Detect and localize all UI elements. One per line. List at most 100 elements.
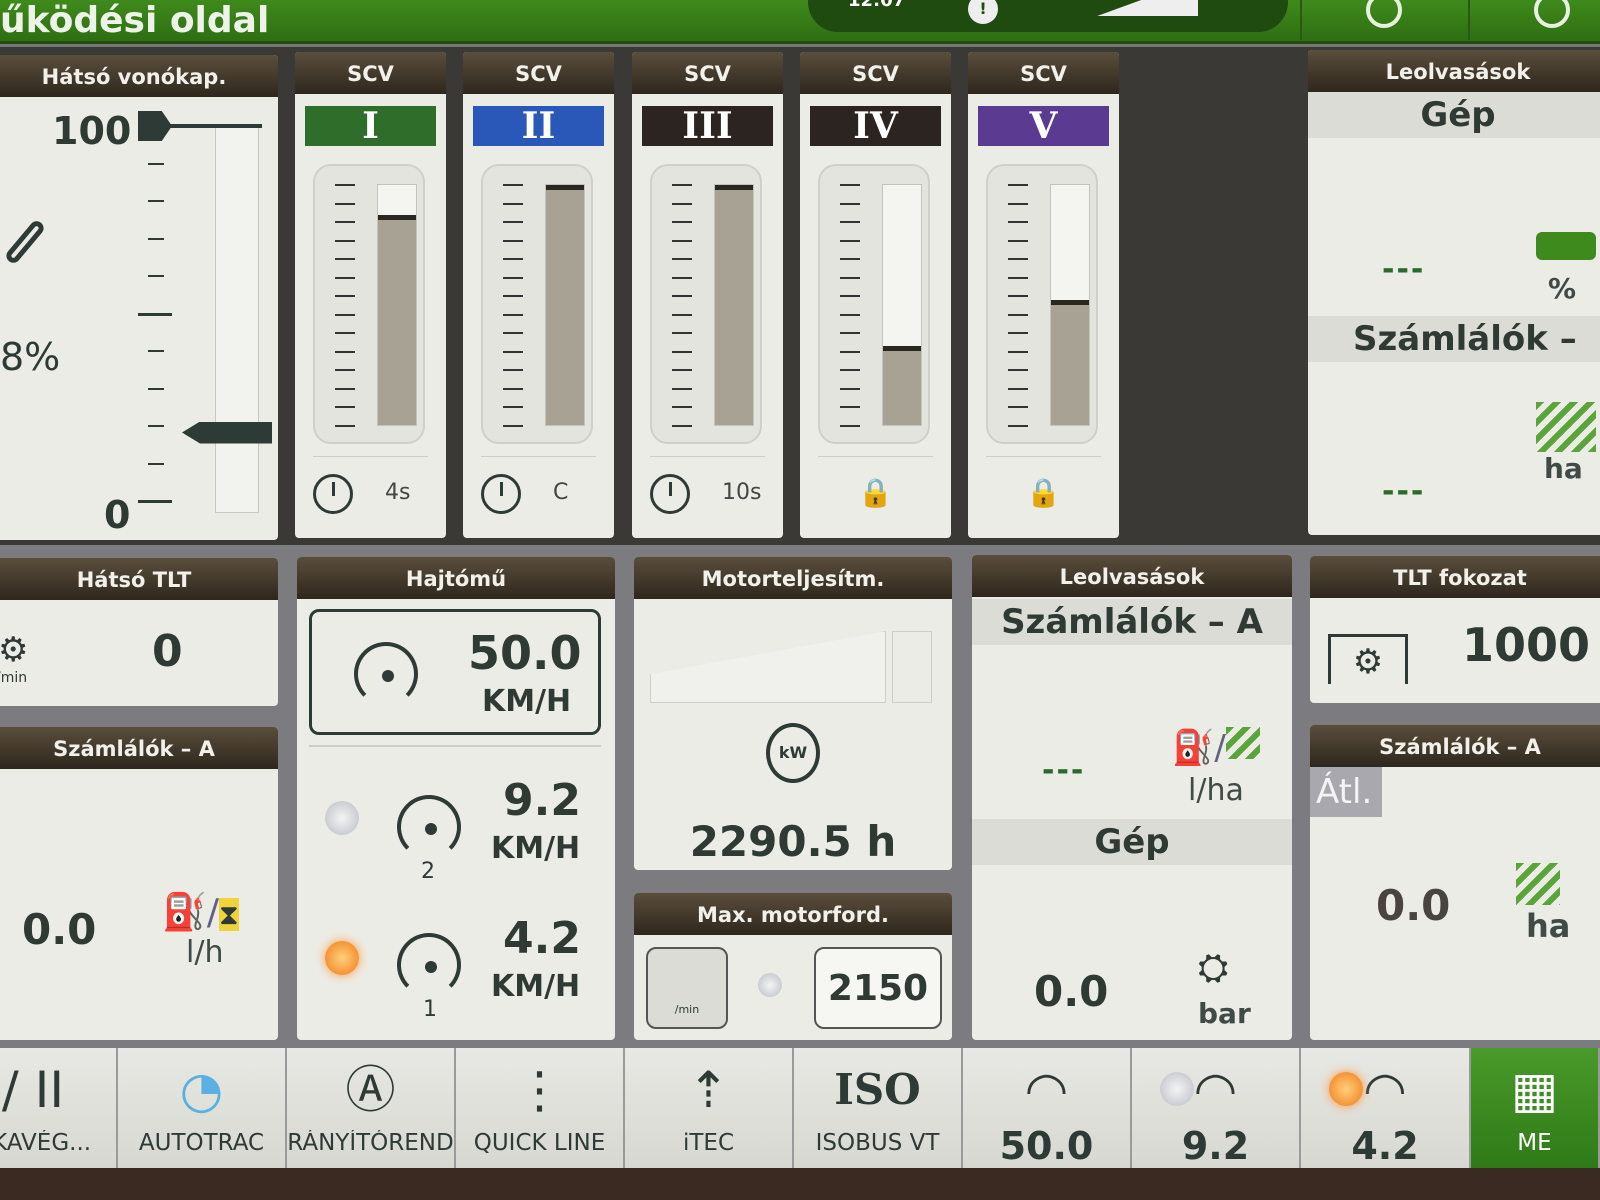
fuel-rate-value: 0.0 bbox=[22, 905, 96, 954]
gauge-tick bbox=[672, 406, 692, 408]
fuel-per-hour-icon: ⛽/⧗ bbox=[162, 891, 239, 933]
max-rpm-panel[interactable]: Max. motorford. /min 2150 bbox=[634, 893, 952, 1040]
gauge-tick bbox=[840, 240, 860, 242]
scv-panel-iv[interactable]: SCV IV 🔒 bbox=[800, 52, 951, 538]
scv-flow-fill bbox=[883, 346, 921, 425]
set-speed-1-icon[interactable] bbox=[397, 933, 461, 997]
lock-icon[interactable]: 🔒 bbox=[858, 476, 893, 509]
gauge-tick bbox=[1008, 369, 1028, 371]
scv-flow-gauge[interactable] bbox=[818, 164, 930, 444]
shortcut-label: AUTOTRAC bbox=[118, 1130, 285, 1156]
shortcut-button-1[interactable] bbox=[1300, 0, 1466, 40]
panel-header: SCV bbox=[295, 52, 446, 94]
scv-number: IV bbox=[810, 106, 941, 146]
shortcut-bar: / II NKAVÉG...◔ AUTOTRACⒶ RÁNYÍTÓREND⋮ Q… bbox=[0, 1048, 1600, 1200]
average-badge: Átl. bbox=[1310, 767, 1382, 817]
info-icon[interactable]: ! bbox=[968, 0, 998, 24]
hitch-panel[interactable]: Hátsó vonókap. 100 0 8% bbox=[0, 55, 278, 540]
scv-flow-gauge[interactable] bbox=[313, 164, 425, 444]
gauge-tick bbox=[672, 277, 692, 279]
set-speed-2-icon[interactable] bbox=[397, 795, 461, 859]
scv-footer[interactable]: 🔒 bbox=[968, 474, 1119, 518]
engine-rpm-button[interactable]: /min bbox=[646, 947, 728, 1029]
gauge-tick bbox=[503, 314, 523, 316]
set-speed-2-indicator bbox=[325, 801, 359, 835]
speedometer-1-icon: ◠ bbox=[1301, 1058, 1469, 1122]
counters-panel-left[interactable]: Számlálók – A 0.0 ⛽/⧗ l/h bbox=[0, 727, 278, 1040]
hitch-setpoint-marker[interactable] bbox=[138, 111, 262, 141]
gauge-tick bbox=[672, 203, 692, 205]
current-speed-button[interactable]: 50.0 KM/H bbox=[309, 609, 601, 735]
gauge-tick bbox=[672, 351, 692, 353]
shortcut-button-2[interactable] bbox=[1468, 0, 1600, 40]
tractor-slip-icon bbox=[1536, 232, 1596, 260]
readings-panel-top[interactable]: Leolvasások Gép --- % Számlálók – --- ha bbox=[1308, 50, 1600, 535]
pto-tractor-icon: ⚙ bbox=[0, 630, 28, 670]
gauge-tick bbox=[1008, 406, 1028, 408]
gauge-tick bbox=[1008, 277, 1028, 279]
scv-flow-fill bbox=[715, 185, 753, 425]
scv-panel-iii[interactable]: SCV III 10s bbox=[632, 52, 783, 538]
panel-header: Motorteljesítm. bbox=[634, 557, 952, 599]
shortcut-me[interactable]: ▦ ME bbox=[1471, 1048, 1600, 1168]
scv-panel-ii[interactable]: SCV II C bbox=[463, 52, 614, 538]
lock-icon[interactable]: 🔒 bbox=[1026, 476, 1061, 509]
scv-footer[interactable]: 10s bbox=[632, 474, 783, 518]
transmission-panel[interactable]: Hajtómű 50.0 KM/H 2 9.2 KM/H 1 4.2 KM/H bbox=[297, 557, 615, 1040]
shortcut-nkav-g-[interactable]: / II NKAVÉG... bbox=[0, 1048, 118, 1168]
gauge-tick bbox=[1008, 351, 1028, 353]
readings-panel-mid[interactable]: Leolvasások Számlálók – A --- ⛽/ l/ha Gé… bbox=[972, 555, 1292, 1040]
shortcut-50-0[interactable]: ◠ 50.0 bbox=[963, 1048, 1132, 1168]
pto-speed-panel[interactable]: TLT fokozat ⚙ 1000 bbox=[1310, 556, 1600, 703]
counters-panel-right[interactable]: Számlálók – A Átl. 0.0 ha bbox=[1310, 725, 1600, 1040]
gauge-tick bbox=[335, 277, 355, 279]
gauge-tick bbox=[335, 221, 355, 223]
section-label: Gép bbox=[972, 819, 1292, 865]
scv-panel-v[interactable]: SCV V 🔒 bbox=[968, 52, 1119, 538]
scv-flow-gauge[interactable] bbox=[650, 164, 762, 444]
shortcut-isobus-vt[interactable]: ISO ISOBUS VT bbox=[794, 1048, 963, 1168]
scv-footer[interactable]: 🔒 bbox=[800, 474, 951, 518]
hitch-position-marker[interactable] bbox=[182, 422, 272, 444]
gauge-tick bbox=[503, 277, 523, 279]
shortcut-autotrac[interactable]: ◔ AUTOTRAC bbox=[118, 1048, 287, 1168]
scv-flow-gauge[interactable] bbox=[481, 164, 593, 444]
gauge-tick bbox=[335, 184, 355, 186]
shortcut-r-ny-t-rend[interactable]: Ⓐ RÁNYÍTÓREND bbox=[287, 1048, 456, 1168]
shortcut-quick-line[interactable]: ⋮ QUICK LINE bbox=[456, 1048, 625, 1168]
scv-footer[interactable]: C bbox=[463, 474, 614, 518]
gauge-tick bbox=[335, 203, 355, 205]
hitch-tick bbox=[148, 238, 164, 240]
panel-header: Leolvasások bbox=[1308, 50, 1600, 92]
gauge-tick bbox=[840, 369, 860, 371]
area-icon bbox=[1516, 863, 1560, 905]
scv-number: II bbox=[473, 106, 604, 146]
gauge-tick bbox=[335, 425, 355, 427]
area-unit: ha bbox=[1526, 907, 1570, 945]
shield-icon bbox=[1366, 0, 1402, 28]
scv-panel-i[interactable]: SCV I 4s bbox=[295, 52, 446, 538]
hitch-tick bbox=[138, 500, 172, 503]
pause-icon: / II bbox=[0, 1058, 116, 1122]
speedometer-icon: ◠ bbox=[963, 1058, 1130, 1122]
fuel-per-area-icon: ⛽/ bbox=[1172, 727, 1260, 768]
scv-footer[interactable]: 4s bbox=[295, 474, 446, 518]
scv-flow-gauge[interactable] bbox=[986, 164, 1098, 444]
set-speed-1-value[interactable]: 4.2 bbox=[503, 913, 581, 964]
gauge-tick bbox=[840, 351, 860, 353]
shortcut-9-2[interactable]: ◠ 9.2 bbox=[1132, 1048, 1301, 1168]
reading-unit: ha bbox=[1544, 452, 1583, 485]
engine-power-panel[interactable]: Motorteljesítm. kW 2290.5 h bbox=[634, 557, 952, 870]
gauge-tick bbox=[840, 258, 860, 260]
set-speed-2-value[interactable]: 9.2 bbox=[503, 775, 581, 826]
scv-timer: C bbox=[553, 480, 568, 505]
indicator-light bbox=[1160, 1072, 1194, 1106]
shortcut-4-2[interactable]: ◠ 4.2 bbox=[1301, 1048, 1471, 1168]
shortcut-label: 50.0 bbox=[963, 1124, 1130, 1168]
section-label: Számlálók – bbox=[1308, 316, 1600, 362]
max-rpm-value[interactable]: 2150 bbox=[814, 947, 942, 1029]
shortcut-itec[interactable]: ⇡ iTEC bbox=[625, 1048, 794, 1168]
pto-gear-icon: ⚙ bbox=[1328, 634, 1408, 684]
gauge-tick bbox=[840, 406, 860, 408]
rear-pto-panel[interactable]: Hátsó TLT ⚙ /min 0 bbox=[0, 558, 278, 706]
